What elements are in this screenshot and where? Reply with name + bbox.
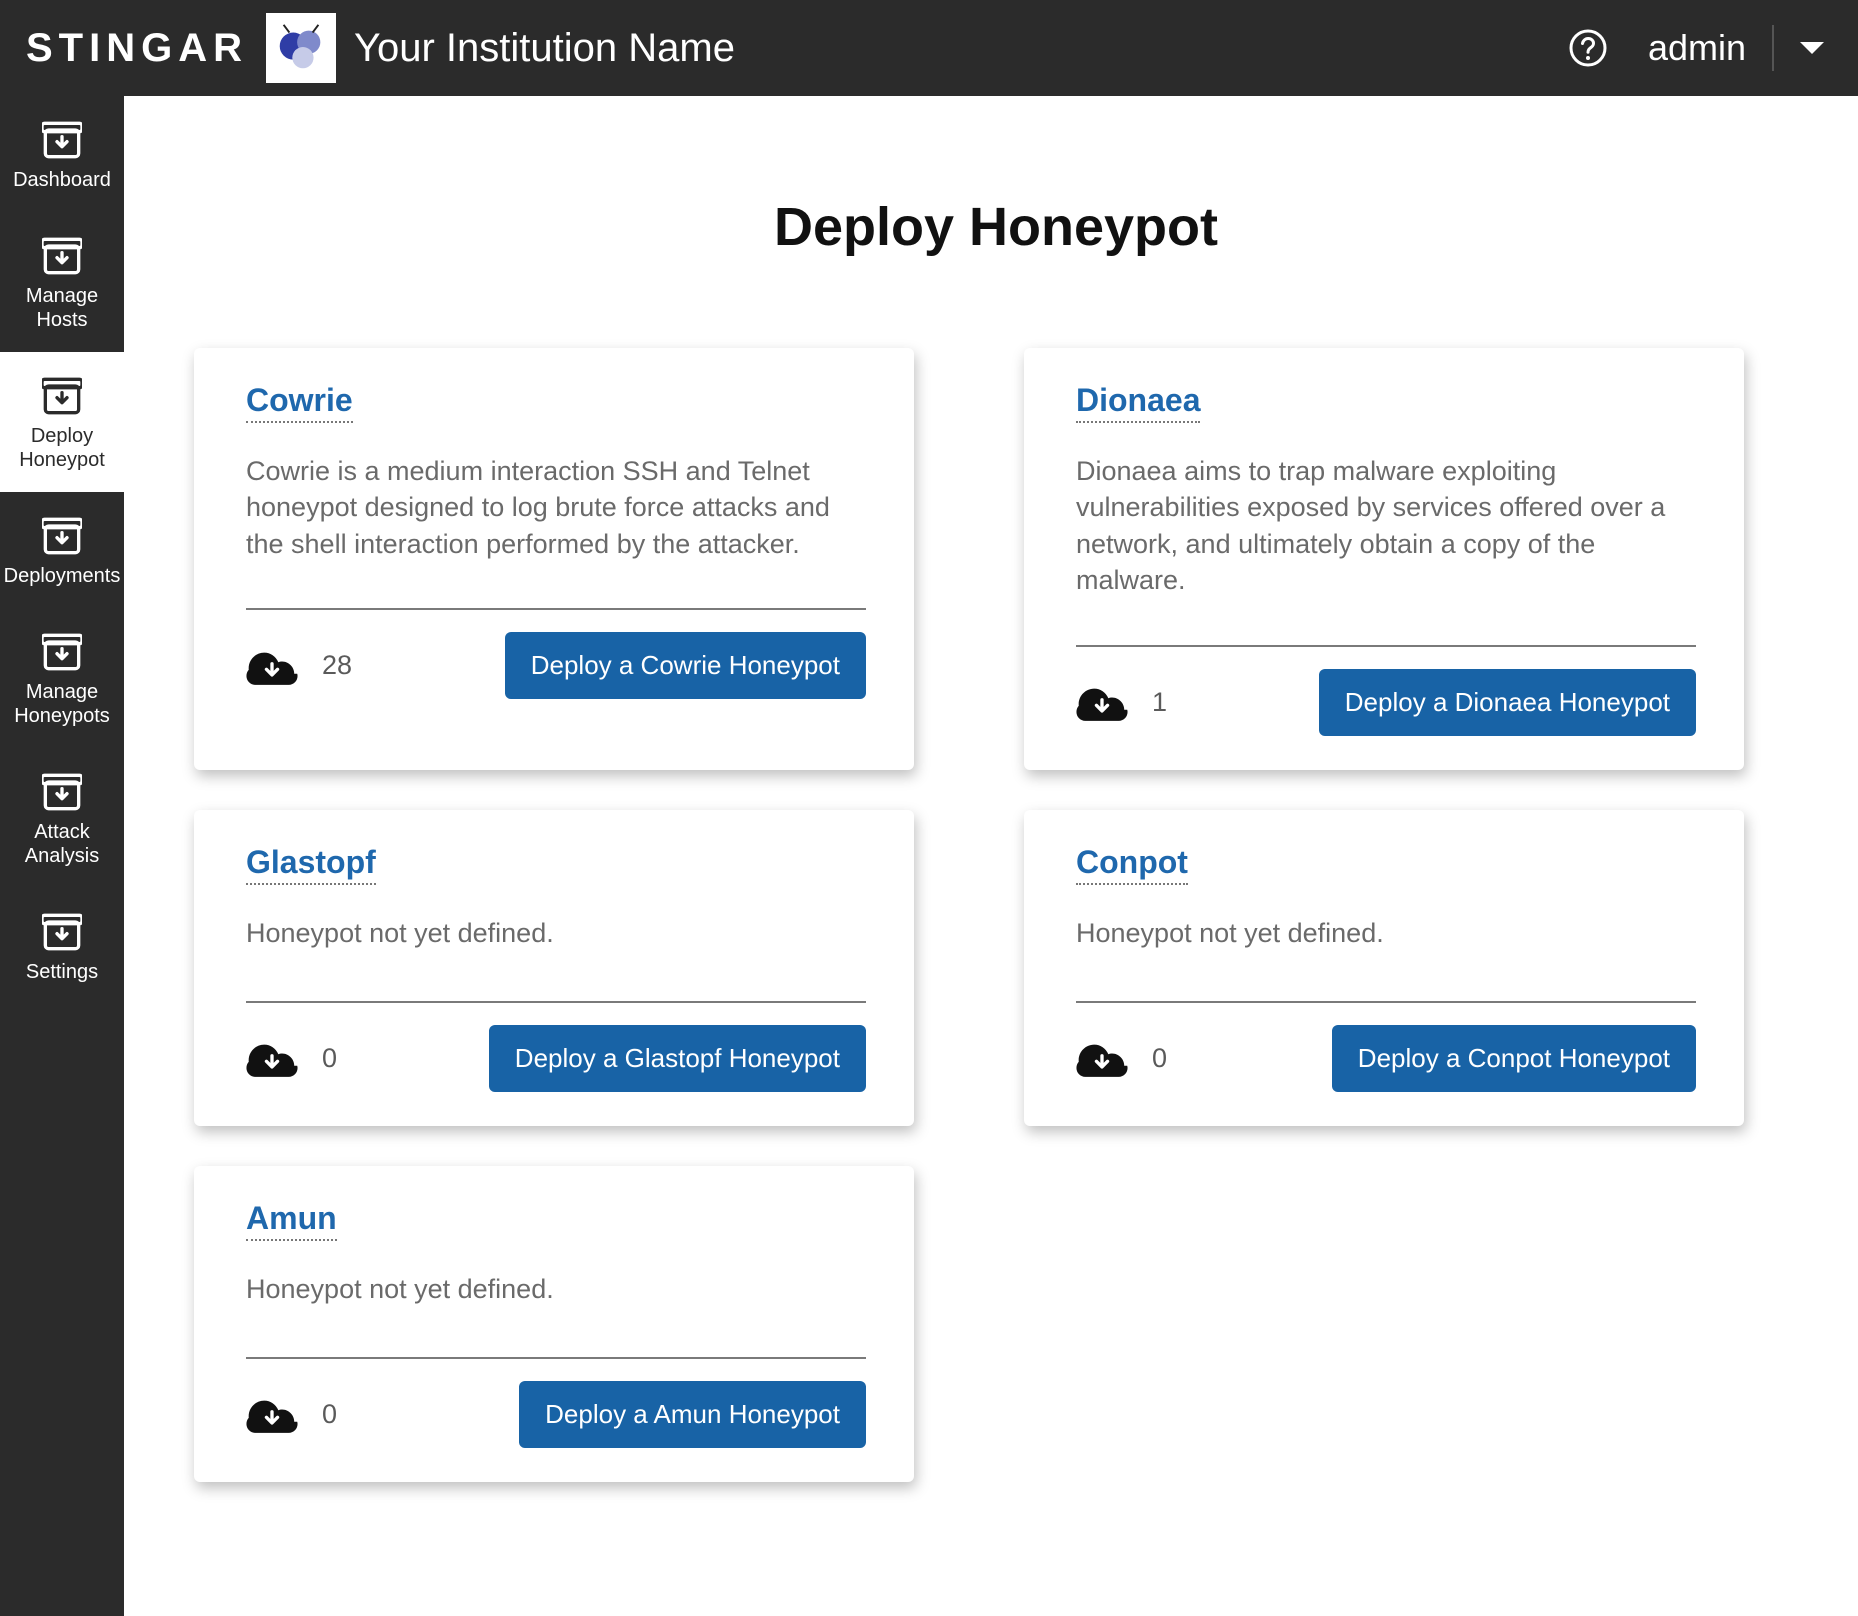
sidebar-item-label: Dashboard xyxy=(13,168,111,192)
honeypot-card-title[interactable]: Amun xyxy=(246,1200,337,1241)
topbar: STINGAR Your Institution Name admin xyxy=(0,0,1858,96)
page-title: Deploy Honeypot xyxy=(194,196,1798,258)
sidebar-item-deployments[interactable]: Deployments xyxy=(0,492,124,608)
sidebar-item-settings[interactable]: Settings xyxy=(0,888,124,1004)
sidebar-item-dashboard[interactable]: Dashboard xyxy=(0,96,124,212)
cloud-download-icon xyxy=(246,1394,298,1434)
cloud-download-icon xyxy=(1076,1038,1128,1078)
deployment-count: 28 xyxy=(322,650,352,681)
divider xyxy=(1076,645,1696,647)
help-icon[interactable] xyxy=(1568,28,1608,68)
divider xyxy=(246,608,866,610)
settings-icon xyxy=(42,912,82,952)
sidebar-item-manage-honeypots[interactable]: Manage Honeypots xyxy=(0,608,124,748)
sidebar-item-label: Manage Hosts xyxy=(26,284,98,332)
chevron-down-icon xyxy=(1800,42,1824,54)
honeypot-cards-grid: Cowrie Cowrie is a medium interaction SS… xyxy=(194,348,1798,1482)
deployment-count: 1 xyxy=(1152,687,1167,718)
manage-hosts-icon xyxy=(42,236,82,276)
sidebar-item-label: Settings xyxy=(26,960,98,984)
deploy-dionaea-button[interactable]: Deploy a Dionaea Honeypot xyxy=(1319,669,1696,736)
divider xyxy=(246,1001,866,1003)
main-content: Deploy Honeypot Cowrie Cowrie is a mediu… xyxy=(124,96,1858,1616)
manage-honeypots-icon xyxy=(42,632,82,672)
sidebar-item-label: Manage Honeypots xyxy=(14,680,110,728)
honeypot-card-description: Honeypot not yet defined. xyxy=(246,1271,866,1311)
deploy-amun-button[interactable]: Deploy a Amun Honeypot xyxy=(519,1381,866,1448)
honeypot-card-title[interactable]: Conpot xyxy=(1076,844,1188,885)
honeypot-card-amun: Amun Honeypot not yet defined. 0 Deploy … xyxy=(194,1166,914,1482)
divider xyxy=(246,1357,866,1359)
sidebar-item-label: Attack Analysis xyxy=(25,820,99,868)
deployment-count: 0 xyxy=(322,1043,337,1074)
institution-name: Your Institution Name xyxy=(354,26,735,71)
user-name: admin xyxy=(1648,27,1746,69)
cloud-download-icon xyxy=(246,1038,298,1078)
divider xyxy=(1772,25,1774,71)
honeypot-card-description: Honeypot not yet defined. xyxy=(246,915,866,955)
deployments-icon xyxy=(42,516,82,556)
sidebar-item-attack-analysis[interactable]: Attack Analysis xyxy=(0,748,124,888)
honeypot-card-description: Cowrie is a medium interaction SSH and T… xyxy=(246,453,866,562)
institution-logo xyxy=(266,13,336,83)
deploy-cowrie-button[interactable]: Deploy a Cowrie Honeypot xyxy=(505,632,866,699)
divider xyxy=(1076,1001,1696,1003)
honeypot-card-title[interactable]: Cowrie xyxy=(246,382,353,423)
deploy-honeypot-icon xyxy=(42,376,82,416)
sidebar-item-manage-hosts[interactable]: Manage Hosts xyxy=(0,212,124,352)
honeypot-card-description: Dionaea aims to trap malware exploiting … xyxy=(1076,453,1696,599)
honeypot-card-title[interactable]: Glastopf xyxy=(246,844,376,885)
deployment-count: 0 xyxy=(1152,1043,1167,1074)
deployment-count: 0 xyxy=(322,1399,337,1430)
brand-logo: STINGAR xyxy=(26,28,248,68)
sidebar: Dashboard Manage Hosts Deploy Honeypot D… xyxy=(0,96,124,1616)
dashboard-icon xyxy=(42,120,82,160)
honeypot-card-cowrie: Cowrie Cowrie is a medium interaction SS… xyxy=(194,348,914,770)
cloud-download-icon xyxy=(1076,682,1128,722)
attack-analysis-icon xyxy=(42,772,82,812)
honeypot-card-description: Honeypot not yet defined. xyxy=(1076,915,1696,955)
honeypot-card-conpot: Conpot Honeypot not yet defined. 0 Deplo… xyxy=(1024,810,1744,1126)
user-menu[interactable]: admin xyxy=(1648,25,1828,71)
sidebar-item-label: Deploy Honeypot xyxy=(19,424,105,472)
honeypot-card-dionaea: Dionaea Dionaea aims to trap malware exp… xyxy=(1024,348,1744,770)
deploy-glastopf-button[interactable]: Deploy a Glastopf Honeypot xyxy=(489,1025,866,1092)
deploy-conpot-button[interactable]: Deploy a Conpot Honeypot xyxy=(1332,1025,1696,1092)
honeypot-card-glastopf: Glastopf Honeypot not yet defined. 0 Dep… xyxy=(194,810,914,1126)
sidebar-item-deploy-honeypot[interactable]: Deploy Honeypot xyxy=(0,352,124,492)
cloud-download-icon xyxy=(246,646,298,686)
honeypot-card-title[interactable]: Dionaea xyxy=(1076,382,1200,423)
sidebar-item-label: Deployments xyxy=(4,564,121,588)
